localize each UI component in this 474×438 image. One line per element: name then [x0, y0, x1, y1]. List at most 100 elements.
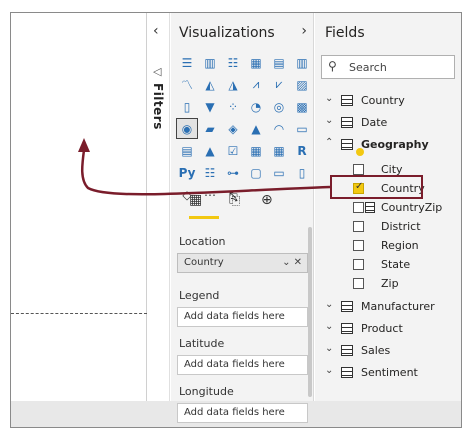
chevron-down-icon[interactable]: ⌄ — [325, 343, 333, 354]
table-name: Manufacturer — [361, 300, 435, 313]
visual-gallery: ☰ ▥ ☷ ▦ ▤ ▥ 〽 ◭ ◮ ⩘ ⩗ ▨ ▯ ▼ ⁘ ◔ ◎ ▩ ◉ ▰ … — [176, 53, 314, 206]
shape-map-icon[interactable]: ◈ — [223, 119, 243, 138]
kpi-icon[interactable]: ▲ — [200, 141, 220, 160]
paginated-report-icon[interactable]: ▯ — [292, 163, 312, 182]
chevron-up-icon[interactable]: ⌃ — [325, 137, 333, 148]
chevron-down-icon[interactable]: ⌄ — [325, 93, 333, 104]
ribbon-chart-icon[interactable]: ▨ — [292, 75, 312, 94]
chevron-down-icon[interactable]: ⌄ — [325, 115, 333, 126]
field-checkbox[interactable] — [353, 259, 364, 270]
location-well[interactable]: Country ⌄ ✕ — [177, 253, 308, 273]
table-row-expanded[interactable]: ⌃ Geography — [315, 135, 461, 156]
key-influencers-icon[interactable]: ☷ — [200, 163, 220, 182]
funnel-icon: ◁ — [153, 65, 162, 78]
clustered-column-chart-icon[interactable]: ▦ — [246, 53, 266, 72]
viz-scrollbar[interactable] — [308, 227, 312, 397]
100-stacked-bar-chart-icon[interactable]: ▤ — [269, 53, 289, 72]
line-and-clustered-column-chart-icon[interactable]: ⩗ — [269, 75, 289, 94]
latitude-label: Latitude — [179, 337, 225, 350]
decomposition-tree-icon[interactable]: ⊶ — [223, 163, 243, 182]
python-visual-icon[interactable]: Py — [177, 163, 197, 182]
clustered-bar-chart-icon[interactable]: ☷ — [223, 53, 243, 72]
gauge-icon[interactable]: ◠ — [269, 119, 289, 138]
canvas-divider — [11, 313, 147, 314]
field-checkbox[interactable] — [353, 278, 364, 289]
filters-pane[interactable]: ‹ ◁ Filters — [148, 13, 170, 401]
table-icon — [341, 367, 353, 378]
table-icon — [341, 117, 353, 128]
legend-label: Legend — [179, 289, 220, 302]
fields-pane: Fields ⚲ Search ⌄ Country ⌄ Date ⌃ Geogr… — [315, 13, 461, 401]
card-icon[interactable]: ▭ — [292, 119, 312, 138]
visual-tools: ▦ ⎘ ⊕ — [179, 190, 309, 220]
field-row[interactable]: District — [315, 217, 461, 237]
field-row[interactable]: CountryZip — [315, 198, 461, 218]
chevron-left-icon[interactable]: ‹ — [153, 23, 159, 39]
stacked-bar-chart-icon[interactable]: ☰ — [177, 53, 197, 72]
field-name: State — [381, 258, 411, 271]
analytics-magnifier-icon[interactable]: ⊕ — [261, 192, 273, 208]
table-row[interactable]: ⌄ Date — [315, 113, 461, 133]
field-row[interactable]: State — [315, 255, 461, 275]
location-label: Location — [179, 235, 226, 248]
qa-icon[interactable]: ▢ — [246, 163, 266, 182]
table-icon — [341, 345, 353, 356]
smart-narrative-icon[interactable]: ▭ — [269, 163, 289, 182]
matrix-icon[interactable]: ▦ — [269, 141, 289, 160]
map-icon[interactable]: ◉ — [176, 118, 198, 139]
stacked-column-chart-icon[interactable]: ▥ — [200, 53, 220, 72]
visualizations-pane: Visualizations › ☰ ▥ ☷ ▦ ▤ ▥ 〽 ◭ ◮ ⩘ ⩗ ▨… — [171, 13, 314, 423]
scatter-chart-icon[interactable]: ⁘ — [223, 97, 243, 116]
table-row[interactable]: ⌄ Country — [315, 91, 461, 111]
table-row[interactable]: ⌄ Manufacturer — [315, 297, 461, 317]
field-checkbox[interactable] — [353, 240, 364, 251]
r-visual-icon[interactable]: R — [292, 141, 312, 160]
stacked-area-chart-icon[interactable]: ◮ — [223, 75, 243, 94]
field-name: District — [381, 220, 421, 233]
hierarchy-icon — [365, 202, 375, 213]
field-name: Zip — [381, 277, 399, 290]
table-name: Date — [361, 116, 388, 129]
table-row[interactable]: ⌄ Sales — [315, 341, 461, 361]
field-row[interactable]: Region — [315, 236, 461, 256]
location-field-chip[interactable]: Country — [184, 257, 224, 268]
report-canvas[interactable] — [11, 13, 147, 401]
waterfall-chart-icon[interactable]: ▯ — [177, 97, 197, 116]
field-checkbox[interactable] — [353, 202, 364, 213]
chevron-right-icon[interactable]: › — [301, 23, 307, 39]
search-placeholder: Search — [349, 61, 387, 74]
area-chart-icon[interactable]: ◭ — [200, 75, 220, 94]
multi-row-card-icon[interactable]: ▤ — [177, 141, 197, 160]
azure-map-icon[interactable]: ▲ — [246, 119, 266, 138]
search-input[interactable]: ⚲ Search — [321, 55, 455, 79]
app-window: ‹ ◁ Filters Visualizations › ☰ ▥ ☷ ▦ ▤ ▥… — [10, 12, 462, 428]
field-row[interactable]: Zip — [315, 274, 461, 294]
format-paint-roller-icon[interactable]: ⎘ — [229, 192, 240, 208]
line-and-column-chart-icon[interactable]: ⩘ — [246, 75, 266, 94]
chevron-down-icon[interactable]: ⌄ — [325, 365, 333, 376]
longitude-label: Longitude — [179, 385, 234, 398]
funnel-chart-icon[interactable]: ▼ — [200, 97, 220, 116]
filled-map-icon[interactable]: ▰ — [200, 119, 220, 138]
field-checkbox[interactable] — [353, 221, 364, 232]
table-icon[interactable]: ▦ — [246, 141, 266, 160]
line-chart-icon[interactable]: 〽 — [177, 75, 197, 94]
table-row[interactable]: ⌄ Product — [315, 319, 461, 339]
donut-chart-icon[interactable]: ◎ — [269, 97, 289, 116]
chevron-down-icon[interactable]: ⌄ — [325, 299, 333, 310]
chevron-down-icon[interactable]: ⌄ — [325, 321, 333, 332]
treemap-icon[interactable]: ▩ — [292, 97, 312, 116]
latitude-well[interactable]: Add data fields here — [177, 355, 308, 375]
table-name: Product — [361, 322, 403, 335]
table-row[interactable]: ⌄ Sentiment — [315, 363, 461, 383]
longitude-well[interactable]: Add data fields here — [177, 403, 308, 423]
field-checkbox[interactable] — [353, 164, 364, 175]
legend-well[interactable]: Add data fields here — [177, 307, 308, 327]
100-stacked-column-chart-icon[interactable]: ▥ — [292, 53, 312, 72]
fields-tab-icon[interactable]: ▦ — [189, 192, 202, 208]
slicer-icon[interactable]: ☑ — [223, 141, 243, 160]
table-name: Geography — [361, 138, 429, 151]
field-actions-icon[interactable]: ⌄ ✕ — [282, 257, 302, 268]
field-name: Region — [381, 239, 419, 252]
pie-chart-icon[interactable]: ◔ — [246, 97, 266, 116]
